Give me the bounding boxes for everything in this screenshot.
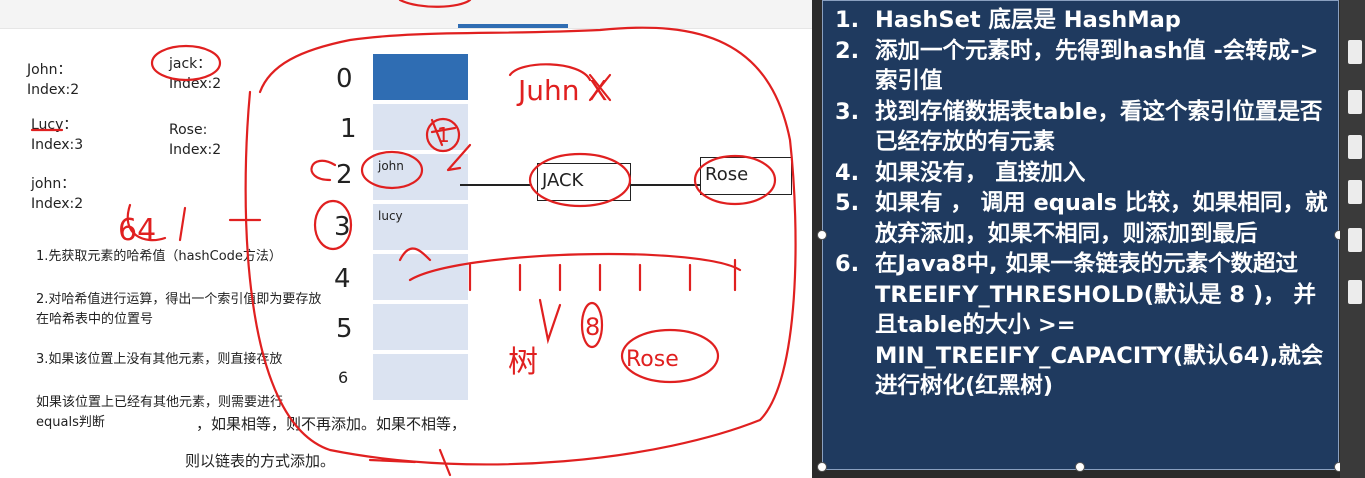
handwriting-tree: 树 <box>508 345 538 380</box>
list-item: 4. 如果没有， 直接加入 <box>835 159 1086 186</box>
handwriting-rose: Rose <box>626 347 679 372</box>
side-tool-3[interactable] <box>1348 135 1362 159</box>
side-toolbar <box>1340 0 1365 478</box>
handwriting-juhn: Juhn X <box>516 74 608 107</box>
list-item: 3. 找到存储数据表table，看这个索引位置是否已经存放的有元素 <box>835 98 1323 156</box>
handwriting-one: 1 <box>437 123 450 147</box>
list-item: 5. 如果有 ， 调用 equals 比较，如果相同，就放弃添加，如果不相同，则添… <box>835 190 1328 247</box>
red-ink-annotations: 64 Juhn X 1 8 树 Rose <box>30 0 797 477</box>
list-item: 6. 在Java8中, 如果一条链表的元素个数超过 TREEIFY_THRESHO… <box>835 251 1324 399</box>
side-tool-6[interactable] <box>1348 280 1362 304</box>
summary-textbox[interactable]: 1. HashSet 底层是 HashMap 2. 添加一个元素时，先得到hash值… <box>822 0 1339 470</box>
slide-canvas: John： Index:2 Lucy： Index:3 john： Index:… <box>0 0 812 478</box>
side-tool-4[interactable] <box>1348 180 1362 204</box>
resize-handle-bottom-left[interactable] <box>817 462 827 472</box>
side-tool-1[interactable] <box>1348 40 1362 64</box>
handwriting-64: 64 <box>118 213 156 248</box>
resize-handle-left[interactable] <box>817 230 827 240</box>
list-item: 1. HashSet 底层是 HashMap <box>835 7 1181 33</box>
list-item: 2. 添加一个元素时，先得到hash值 -会转成-> 索引值 <box>835 37 1319 95</box>
handwriting-eight: 8 <box>585 313 600 341</box>
side-tool-2[interactable] <box>1348 90 1362 114</box>
side-tool-5[interactable] <box>1348 228 1362 252</box>
resize-handle-bottom[interactable] <box>1075 462 1085 472</box>
summary-list: 1. HashSet 底层是 HashMap 2. 添加一个元素时，先得到hash值… <box>823 1 1338 402</box>
